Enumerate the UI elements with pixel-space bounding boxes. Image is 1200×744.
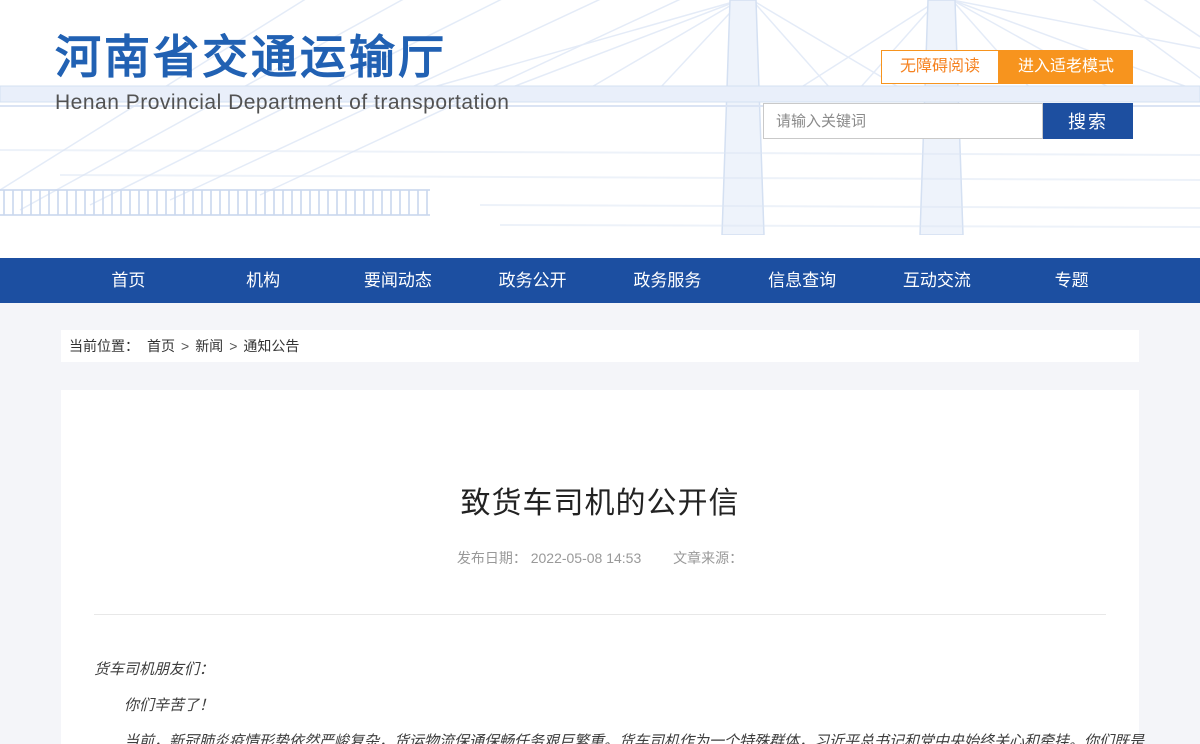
site-subtitle: Henan Provincial Department of transport…	[55, 91, 509, 115]
article-title: 致货车司机的公开信	[61, 478, 1139, 522]
source-label: 文章来源：	[673, 550, 743, 566]
mode-buttons: 无障碍阅读 进入适老模式	[881, 50, 1133, 84]
breadcrumb-label: 当前位置：	[69, 336, 139, 356]
nav-item-interaction[interactable]: 互动交流	[870, 258, 1005, 303]
nav-item-info-query[interactable]: 信息查询	[735, 258, 870, 303]
article-paragraph: 货车司机朋友们：	[94, 661, 1106, 680]
breadcrumb-item-home[interactable]: 首页	[147, 336, 175, 356]
site-title[interactable]: 河南省交通运输厅	[55, 30, 509, 85]
nav-item-home[interactable]: 首页	[61, 258, 196, 303]
article-body: 货车司机朋友们： 你们辛苦了！ 当前，新冠肺炎疫情形势依然严峻复杂，货运物流保通…	[94, 661, 1106, 744]
publish-date-label: 发布日期：	[457, 550, 527, 566]
breadcrumb-separator: >	[181, 338, 189, 354]
publish-date-value: 2022-05-08 14:53	[531, 550, 642, 566]
nav-item-news[interactable]: 要闻动态	[331, 258, 466, 303]
nav-item-gov-disclosure[interactable]: 政务公开	[465, 258, 600, 303]
breadcrumb: 当前位置： 首页 > 新闻 > 通知公告	[61, 330, 1139, 362]
nav-item-organization[interactable]: 机构	[196, 258, 331, 303]
search-button[interactable]: 搜索	[1043, 103, 1133, 139]
breadcrumb-separator: >	[229, 338, 237, 354]
breadcrumb-item-notices[interactable]: 通知公告	[243, 336, 299, 356]
site-header: 河南省交通运输厅 Henan Provincial Department of …	[0, 0, 1200, 258]
article-divider	[94, 614, 1106, 615]
article-meta: 发布日期： 2022-05-08 14:53 文章来源：	[61, 548, 1139, 568]
accessibility-reading-button[interactable]: 无障碍阅读	[881, 50, 999, 84]
nav-item-gov-services[interactable]: 政务服务	[600, 258, 735, 303]
article-paragraph: 你们辛苦了！	[94, 697, 1106, 716]
elder-mode-button[interactable]: 进入适老模式	[999, 50, 1133, 84]
search-input[interactable]	[763, 103, 1043, 139]
article-paragraph: 当前，新冠肺炎疫情形势依然严峻复杂，货运物流保通保畅任务艰巨繁重。货车司机作为一…	[94, 733, 1106, 744]
nav-item-special-topics[interactable]: 专题	[1004, 258, 1139, 303]
article-card: 致货车司机的公开信 发布日期： 2022-05-08 14:53 文章来源： 货…	[61, 390, 1139, 744]
site-logo[interactable]: 河南省交通运输厅 Henan Provincial Department of …	[55, 30, 509, 115]
search-box: 搜索	[763, 103, 1133, 139]
main-nav: 首页 机构 要闻动态 政务公开 政务服务 信息查询 互动交流 专题	[0, 258, 1200, 303]
breadcrumb-item-news[interactable]: 新闻	[195, 336, 223, 356]
